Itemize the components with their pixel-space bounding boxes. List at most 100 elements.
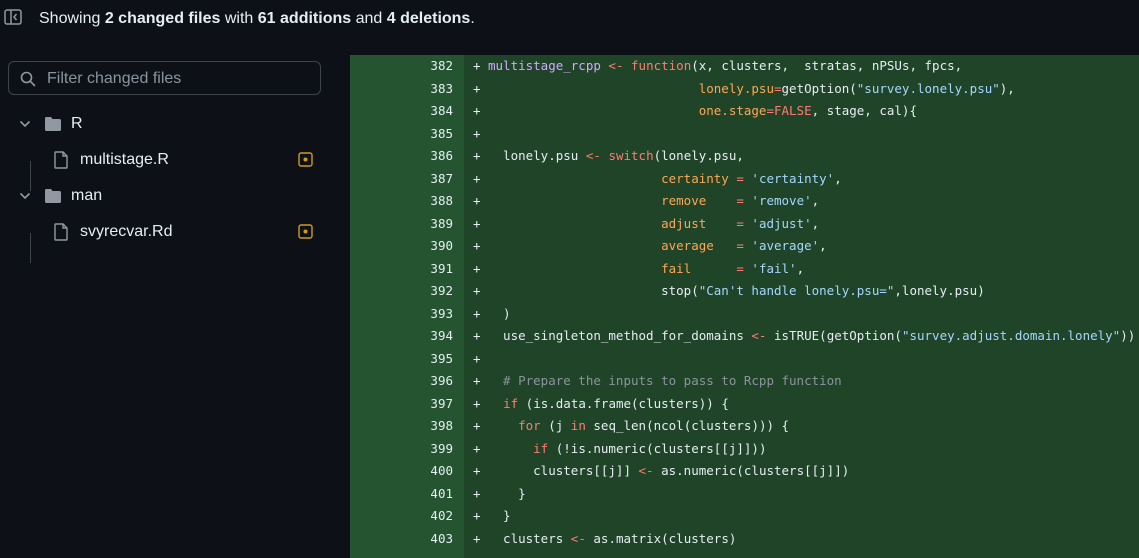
tree-file-svyrecvar[interactable]: svyrecvar.Rd bbox=[0, 214, 350, 250]
summary-and: and bbox=[355, 10, 383, 27]
diff-line: 386 + lonely.psu <- switch(lonely.psu, bbox=[350, 145, 1139, 168]
diff-line: 399 + if (!is.numeric(clusters[[j]])) bbox=[350, 438, 1139, 461]
tree-folder-man[interactable]: man bbox=[0, 178, 350, 214]
addition-marker: + bbox=[473, 170, 481, 186]
summary-period: . bbox=[470, 10, 475, 27]
line-number[interactable]: 383 bbox=[350, 78, 453, 101]
code-text: certainty = 'certainty', bbox=[661, 170, 842, 186]
tree-file-label: multistage.R bbox=[80, 151, 169, 168]
addition-marker: + bbox=[473, 373, 481, 388]
code-text: if (!is.numeric(clusters[[j]])) bbox=[533, 440, 767, 456]
line-number[interactable]: 386 bbox=[350, 145, 453, 168]
code-text: average = 'average', bbox=[661, 238, 827, 253]
line-number[interactable]: 401 bbox=[350, 483, 453, 506]
addition-marker: + bbox=[473, 80, 481, 96]
line-number[interactable]: 385 bbox=[350, 123, 453, 146]
addition-marker: + bbox=[473, 58, 481, 73]
addition-marker: + bbox=[473, 283, 481, 298]
addition-marker: + bbox=[473, 260, 481, 276]
line-number[interactable]: 392 bbox=[350, 280, 453, 303]
code-text: clusters[[j]] <- as.numeric(clusters[[j]… bbox=[488, 463, 850, 478]
line-number[interactable]: 391 bbox=[350, 258, 453, 281]
line-number[interactable]: 387 bbox=[350, 168, 453, 191]
code-text: lonely.psu=getOption("survey.lonely.psu"… bbox=[698, 80, 1015, 96]
chevron-down-icon[interactable] bbox=[19, 119, 31, 129]
addition-marker: + bbox=[473, 463, 481, 478]
line-number[interactable]: 393 bbox=[350, 303, 453, 326]
diff-line: 392 + stop("Can't handle lonely.psu=",lon… bbox=[350, 280, 1139, 303]
line-number[interactable]: 394 bbox=[350, 325, 453, 348]
code-text: remove = 'remove', bbox=[661, 193, 820, 208]
file-modified-icon bbox=[298, 152, 313, 167]
line-number[interactable]: 403 bbox=[350, 528, 453, 551]
folder-icon bbox=[45, 117, 61, 131]
code-text: # Prepare the inputs to pass to Rcpp fun… bbox=[488, 373, 842, 388]
file-icon bbox=[54, 151, 68, 169]
code-text: one.stage=FALSE, stage, cal){ bbox=[698, 103, 917, 118]
diff-line: 400 + clusters[[j]] <- as.numeric(cluster… bbox=[350, 460, 1139, 483]
sidebar-toggle-icon[interactable] bbox=[4, 9, 22, 25]
chevron-down-icon[interactable] bbox=[19, 191, 31, 201]
diff-line: 387 + certainty = 'certainty', bbox=[350, 168, 1139, 191]
summary-with: with bbox=[224, 10, 254, 27]
tree-file-label: svyrecvar.Rd bbox=[80, 223, 173, 240]
line-number[interactable]: 396 bbox=[350, 370, 453, 393]
line-number[interactable]: 389 bbox=[350, 213, 453, 236]
diff-line: 401 + } bbox=[350, 483, 1139, 506]
code-text: } bbox=[488, 508, 511, 523]
line-number[interactable]: 400 bbox=[350, 460, 453, 483]
diff-line: 391 + fail = 'fail', bbox=[350, 258, 1139, 281]
diff-line: 384 + one.stage=FALSE, stage, cal){ bbox=[350, 100, 1139, 123]
line-number[interactable]: 399 bbox=[350, 438, 453, 461]
code-text: adjust = 'adjust', bbox=[661, 215, 820, 231]
diff-summary-bar: Showing 2 changed files with 61 addition… bbox=[0, 0, 1139, 38]
diff-line: 394 + use_singleton_method_for_domains <-… bbox=[350, 325, 1139, 348]
diff-line: 388 + remove = 'remove', bbox=[350, 190, 1139, 213]
code-text: } bbox=[488, 485, 526, 501]
line-number[interactable]: 388 bbox=[350, 190, 453, 213]
file-icon bbox=[54, 223, 68, 241]
diff-view: 382 + multistage_rcpp <- function(x, clust… bbox=[350, 55, 1139, 558]
addition-marker: + bbox=[473, 193, 481, 208]
addition-marker: + bbox=[473, 305, 481, 321]
diff-line: 393 + ) bbox=[350, 303, 1139, 326]
filter-changed-files-input[interactable] bbox=[45, 62, 319, 96]
tree-folder-label: man bbox=[71, 187, 103, 204]
addition-marker: + bbox=[473, 103, 481, 118]
addition-marker: + bbox=[473, 530, 481, 546]
diff-line: 396 + # Prepare the inputs to pass to Rcp… bbox=[350, 370, 1139, 393]
line-number[interactable]: 402 bbox=[350, 505, 453, 528]
addition-marker: + bbox=[473, 395, 481, 411]
code-text: for (j in seq_len(ncol(clusters))) { bbox=[518, 418, 790, 433]
code-text: fail = 'fail', bbox=[661, 260, 805, 276]
addition-marker: + bbox=[473, 238, 481, 253]
tree-file-multistage[interactable]: multistage.R bbox=[0, 142, 350, 178]
addition-marker: + bbox=[473, 328, 481, 343]
folder-icon bbox=[45, 189, 61, 203]
line-number[interactable]: 384 bbox=[350, 100, 453, 123]
filter-box bbox=[8, 61, 321, 96]
diff-summary-text: Showing 2 changed files with 61 addition… bbox=[39, 10, 475, 28]
line-number[interactable]: 382 bbox=[350, 55, 453, 78]
changed-files-count: 2 changed files bbox=[104, 10, 221, 27]
code-text: ) bbox=[488, 305, 511, 321]
tree-folder-label: R bbox=[71, 115, 83, 132]
line-number[interactable]: 398 bbox=[350, 415, 453, 438]
addition-marker: + bbox=[473, 350, 481, 366]
diff-line: 385 + bbox=[350, 123, 1139, 146]
tree-folder-r[interactable]: R bbox=[0, 106, 350, 142]
addition-marker: + bbox=[473, 148, 481, 163]
addition-marker: + bbox=[473, 440, 481, 456]
additions-count: 61 additions bbox=[257, 10, 352, 27]
line-number[interactable]: 390 bbox=[350, 235, 453, 258]
diff-line: 383 + lonely.psu=getOption("survey.lonely… bbox=[350, 78, 1139, 101]
line-number[interactable]: 395 bbox=[350, 348, 453, 371]
addition-marker: + bbox=[473, 125, 481, 141]
diff-line: 403 + clusters <- as.matrix(clusters) bbox=[350, 528, 1139, 551]
search-icon bbox=[20, 71, 36, 87]
addition-marker: + bbox=[473, 485, 481, 501]
line-number[interactable]: 397 bbox=[350, 393, 453, 416]
diff-line: 398 + for (j in seq_len(ncol(clusters))) … bbox=[350, 415, 1139, 438]
code-text: lonely.psu <- switch(lonely.psu, bbox=[488, 148, 744, 163]
diff-line: 390 + average = 'average', bbox=[350, 235, 1139, 258]
